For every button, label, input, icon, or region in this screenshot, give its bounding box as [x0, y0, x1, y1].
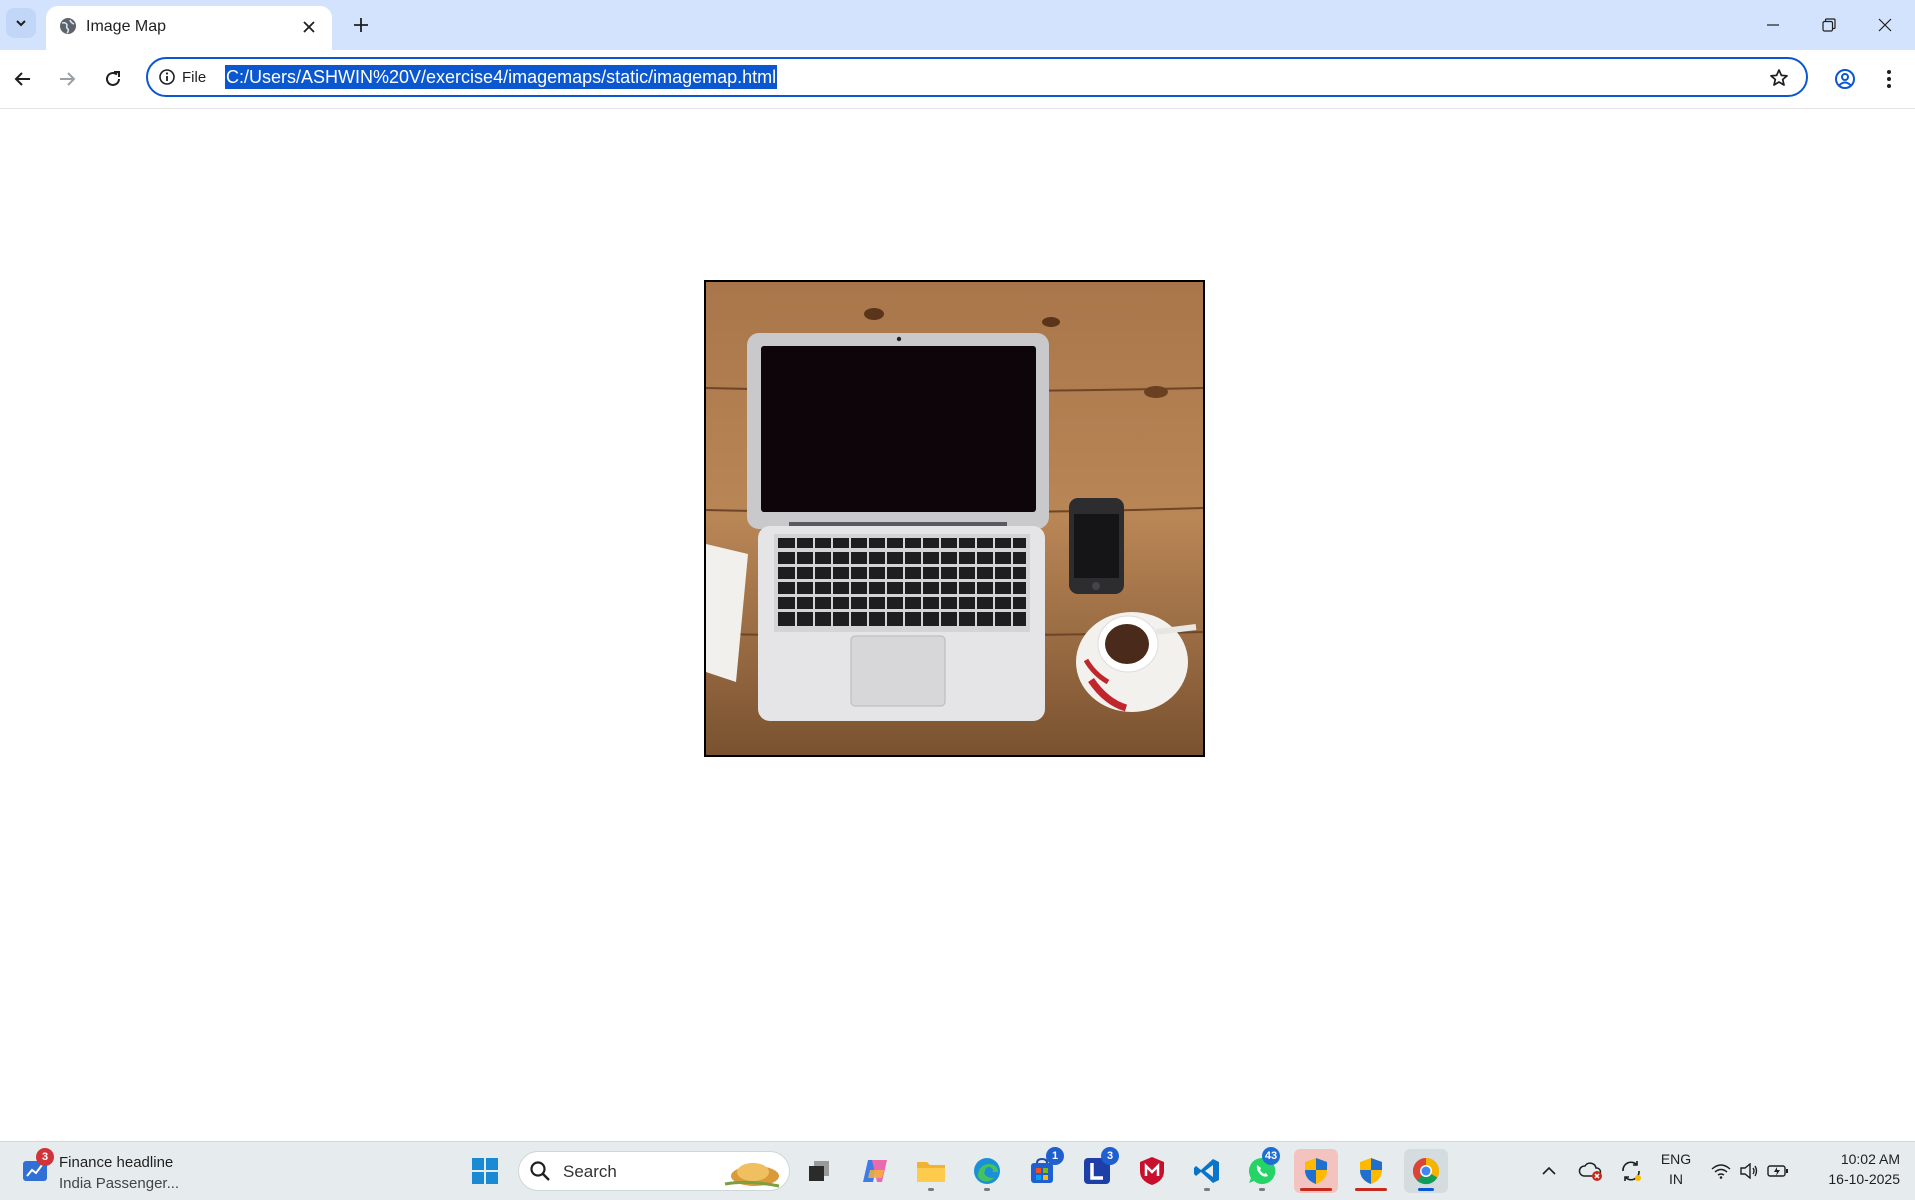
- tab-strip: Image Map: [0, 0, 1915, 50]
- bookmark-button[interactable]: [1766, 65, 1792, 91]
- widget-badge: 3: [36, 1148, 54, 1166]
- edge-icon: [974, 1158, 1000, 1184]
- show-hidden-icons-button[interactable]: [1534, 1149, 1564, 1193]
- copilot-icon: [863, 1160, 887, 1182]
- folder-icon: [917, 1162, 945, 1182]
- tab-search-button[interactable]: [6, 8, 36, 38]
- cloud-error-icon: [1578, 1162, 1602, 1181]
- minimize-button[interactable]: [1745, 0, 1801, 50]
- vscode-icon: [1194, 1159, 1219, 1183]
- language-code: ENG: [1660, 1151, 1692, 1167]
- close-window-button[interactable]: [1857, 0, 1913, 50]
- restore-icon: [1822, 18, 1836, 32]
- language-indicator[interactable]: ENG IN: [1651, 1149, 1701, 1189]
- windows-icon: [472, 1158, 498, 1184]
- search-placeholder: Search: [563, 1162, 617, 1181]
- whatsapp-button[interactable]: 43: [1240, 1147, 1284, 1193]
- address-bar[interactable]: File C:/Users/ASHWIN%20V/exercise4/image…: [146, 57, 1808, 97]
- mcafee-button[interactable]: [1130, 1149, 1174, 1193]
- browser-toolbar: File C:/Users/ASHWIN%20V/exercise4/image…: [0, 50, 1915, 109]
- forward-button[interactable]: [50, 62, 84, 96]
- security-alert-button[interactable]: [1294, 1149, 1338, 1193]
- clock-date: 16-10-2025: [1828, 1171, 1900, 1187]
- shield-m-icon: [1140, 1157, 1164, 1185]
- tab-title: Image Map: [86, 18, 167, 35]
- alert-indicator: [1300, 1188, 1332, 1191]
- file-explorer-button[interactable]: [909, 1149, 953, 1193]
- reload-icon: [106, 71, 120, 86]
- store-button[interactable]: 1: [1020, 1147, 1064, 1193]
- tab-close-button[interactable]: [296, 14, 322, 40]
- account-icon: [1835, 69, 1855, 89]
- page-content: [0, 109, 1915, 1141]
- region-code: IN: [1669, 1171, 1683, 1187]
- close-icon: [1878, 18, 1892, 32]
- more-vertical-icon: [1887, 70, 1891, 88]
- vscode-button[interactable]: [1185, 1149, 1229, 1193]
- back-button[interactable]: [6, 62, 40, 96]
- shield-icon: [1305, 1158, 1327, 1184]
- new-tab-button[interactable]: [346, 10, 376, 40]
- taskbar-search[interactable]: Search: [518, 1151, 790, 1191]
- cloud-status-button[interactable]: [1574, 1149, 1608, 1193]
- chevron-down-icon: [16, 20, 26, 27]
- taskbar: 3 Finance headline India Passenger... Se…: [0, 1141, 1915, 1200]
- lens-app-button[interactable]: 3: [1075, 1147, 1119, 1193]
- alert-indicator: [1355, 1188, 1387, 1191]
- site-info-button[interactable]: File: [158, 66, 206, 88]
- active-indicator: [1418, 1188, 1434, 1191]
- task-view-icon: [809, 1161, 829, 1181]
- star-icon: [1770, 69, 1788, 86]
- security-button[interactable]: [1349, 1149, 1393, 1193]
- arrow-right-icon: [60, 72, 76, 86]
- image-map[interactable]: [704, 280, 1205, 757]
- news-widget[interactable]: 3 Finance headline India Passenger...: [18, 1148, 188, 1194]
- quick-settings-button[interactable]: [1708, 1149, 1792, 1193]
- info-icon: [159, 69, 175, 85]
- search-highlight-icon: [724, 1163, 780, 1188]
- start-button[interactable]: [463, 1149, 507, 1193]
- widget-headline: Finance headline: [59, 1154, 174, 1171]
- globe-icon: [60, 18, 76, 34]
- search-icon: [530, 1161, 550, 1181]
- edge-button[interactable]: [965, 1149, 1009, 1193]
- laptop-desk-photo: [706, 282, 1203, 755]
- reload-button[interactable]: [96, 62, 130, 96]
- chrome-icon: [1412, 1157, 1440, 1185]
- arrow-left-icon: [14, 72, 30, 86]
- profile-button[interactable]: [1828, 62, 1862, 96]
- minimize-icon: [1767, 24, 1779, 26]
- clock-time: 10:02 AM: [1840, 1151, 1900, 1167]
- whatsapp-badge: 43: [1262, 1147, 1280, 1165]
- battery-icon: [1767, 1165, 1788, 1177]
- store-badge: 1: [1046, 1147, 1064, 1165]
- tab-image-map[interactable]: Image Map: [46, 6, 332, 50]
- clock[interactable]: 10:02 AM 16-10-2025: [1800, 1149, 1900, 1189]
- running-indicator: [1259, 1188, 1265, 1191]
- chevron-up-icon: [1542, 1166, 1556, 1175]
- plus-icon: [354, 18, 368, 32]
- task-view-button[interactable]: [797, 1149, 841, 1193]
- chrome-button[interactable]: [1404, 1149, 1448, 1193]
- running-indicator: [984, 1188, 990, 1191]
- scheme-label: File: [182, 68, 207, 86]
- widget-subtext: India Passenger...: [59, 1175, 180, 1192]
- close-icon: [303, 21, 315, 33]
- running-indicator: [1204, 1188, 1210, 1191]
- shield-icon: [1360, 1158, 1382, 1184]
- wifi-icon: [1711, 1164, 1731, 1179]
- browser-menu-button[interactable]: [1872, 62, 1906, 96]
- restore-button[interactable]: [1801, 0, 1857, 50]
- volume-icon: [1740, 1163, 1758, 1179]
- sync-button[interactable]: [1614, 1149, 1648, 1193]
- url-text[interactable]: C:/Users/ASHWIN%20V/exercise4/imagemaps/…: [225, 65, 778, 89]
- copilot-button[interactable]: [853, 1149, 897, 1193]
- running-indicator: [928, 1188, 934, 1191]
- sync-icon: [1622, 1161, 1641, 1181]
- lens-badge: 3: [1101, 1147, 1119, 1165]
